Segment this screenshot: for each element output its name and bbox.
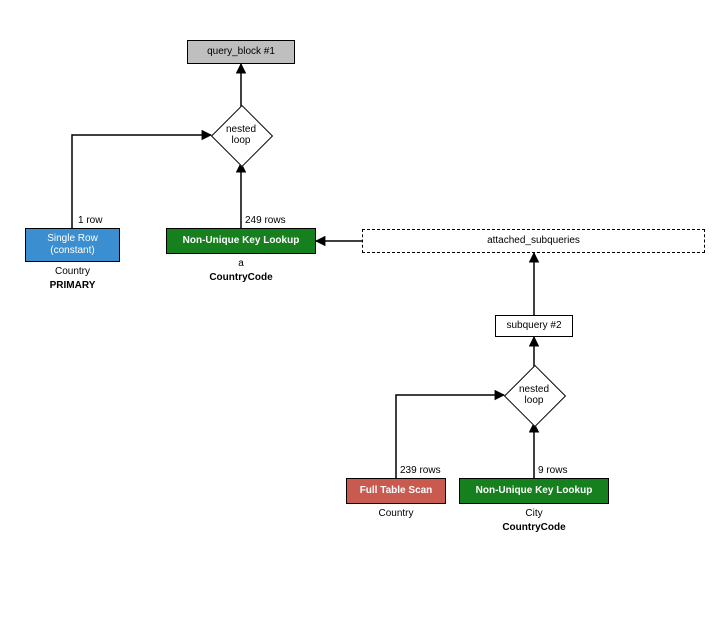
nukl-bot-label: Non-Unique Key Lookup: [476, 485, 593, 497]
attached-subqueries-node: attached_subqueries: [362, 229, 705, 253]
single-row-edge-label: 1 row: [78, 215, 128, 226]
single-row-below1: Country: [25, 266, 120, 277]
nukl-bot-below2: CountryCode: [459, 522, 609, 533]
nukl-bot-below1: City: [459, 508, 609, 519]
query-block-label: query_block #1: [207, 46, 275, 58]
nested-loop-top: nested loop: [211, 105, 271, 165]
nested-loop-bot-l1: nested: [519, 384, 549, 395]
nested-loop-bot-l2: loop: [525, 395, 544, 406]
attached-subqueries-label: attached_subqueries: [487, 235, 580, 247]
nested-loop-top-l1: nested: [226, 124, 256, 135]
nukl-bot-edge-label: 9 rows: [538, 465, 588, 476]
edges-layer: [0, 0, 719, 618]
query-block-node: query_block #1: [187, 40, 295, 64]
full-table-scan-below1: Country: [346, 508, 446, 519]
single-row-node: Single Row (constant): [25, 228, 120, 262]
nukl-top-label: Non-Unique Key Lookup: [183, 235, 300, 247]
single-row-l2: (constant): [50, 245, 94, 257]
full-table-scan-label: Full Table Scan: [360, 485, 433, 497]
full-table-scan-edge-label: 239 rows: [400, 465, 460, 476]
nukl-top-edge-label: 249 rows: [245, 215, 305, 226]
nukl-top-node: Non-Unique Key Lookup: [166, 228, 316, 254]
nukl-top-below1: a: [166, 258, 316, 269]
subquery-label: subquery #2: [506, 320, 561, 332]
nested-loop-top-l2: loop: [232, 135, 251, 146]
single-row-l1: Single Row: [47, 233, 98, 245]
nukl-top-below2: CountryCode: [166, 272, 316, 283]
subquery-node: subquery #2: [495, 315, 573, 337]
single-row-below2: PRIMARY: [25, 280, 120, 291]
nested-loop-bot: nested loop: [504, 365, 564, 425]
full-table-scan-node: Full Table Scan: [346, 478, 446, 504]
nukl-bot-node: Non-Unique Key Lookup: [459, 478, 609, 504]
